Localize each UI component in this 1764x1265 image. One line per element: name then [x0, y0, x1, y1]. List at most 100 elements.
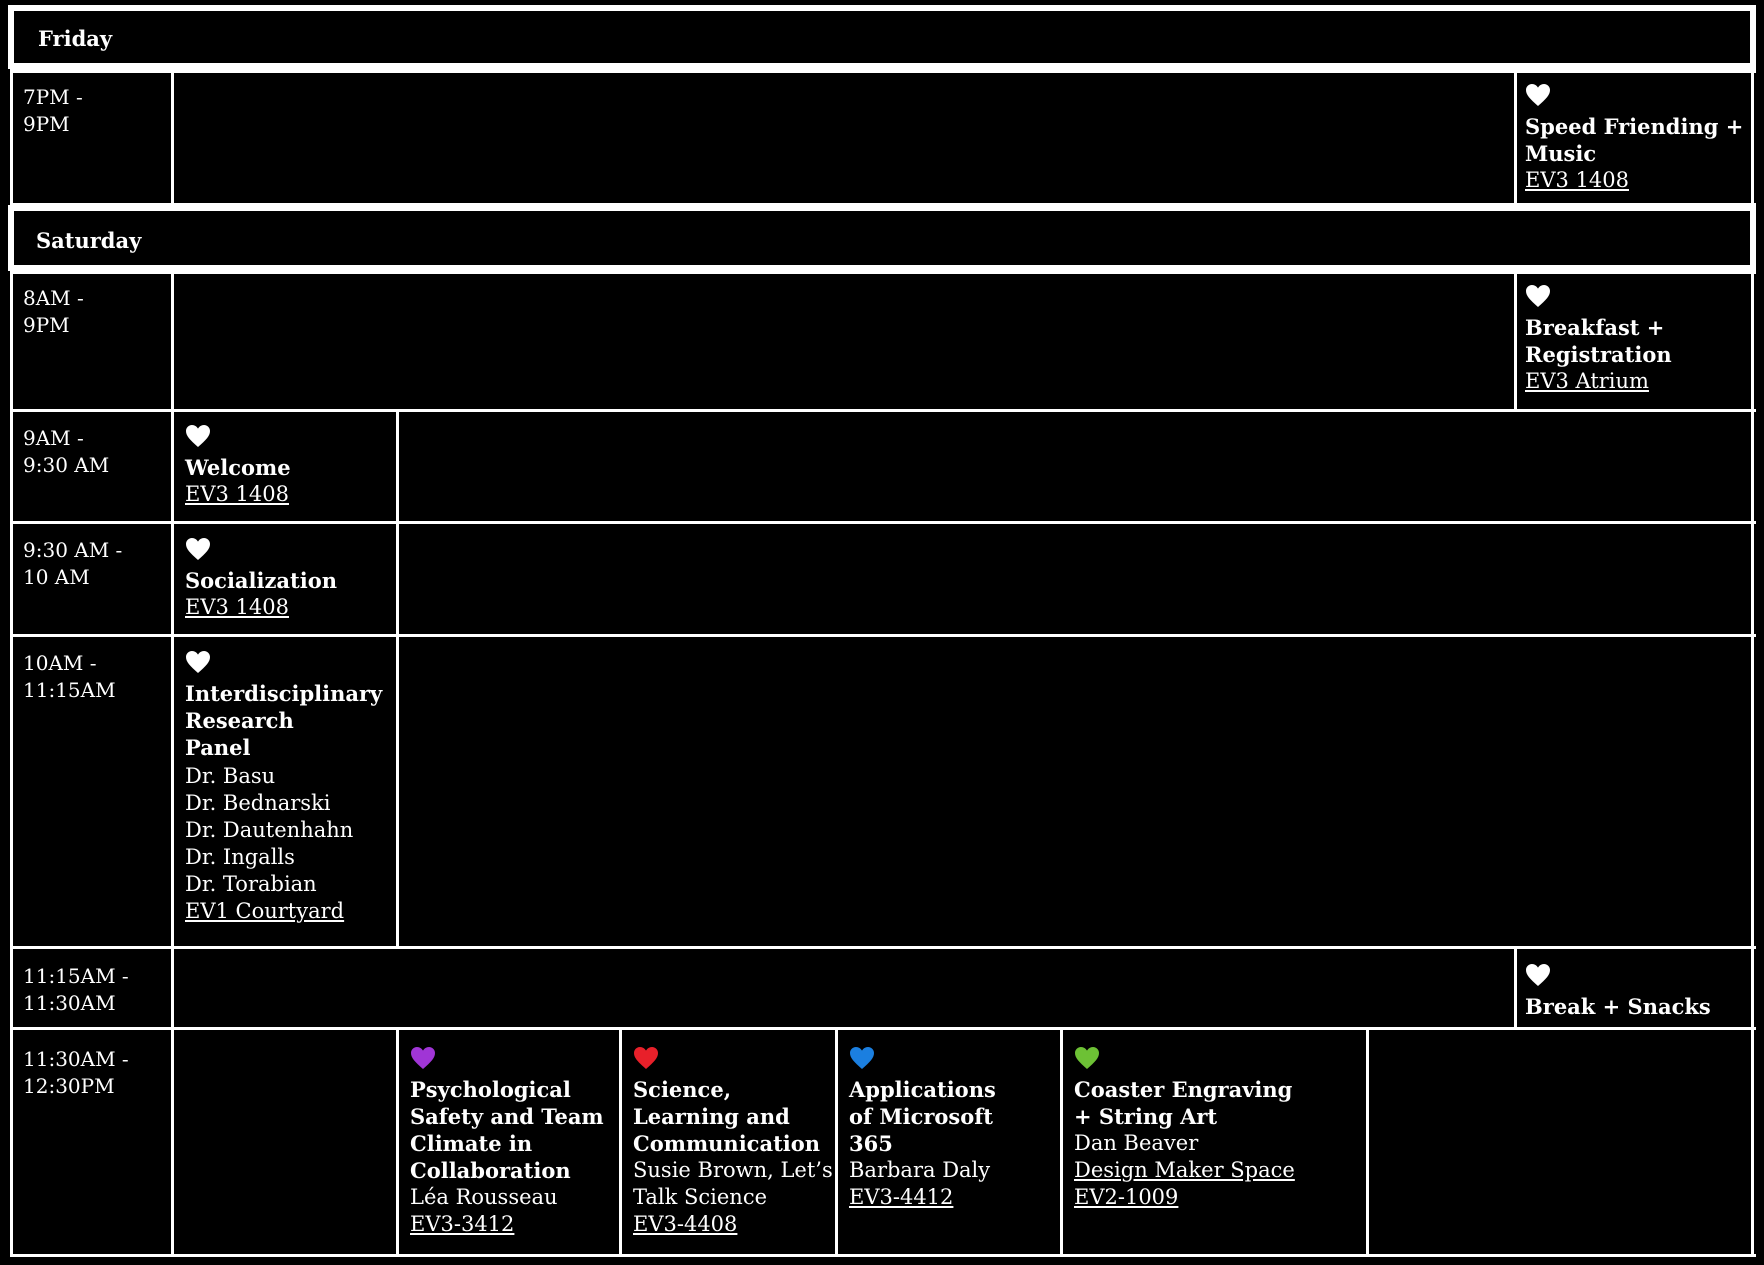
grid-line — [10, 203, 1756, 207]
time-slot: 9:30 AM - 10 AM — [23, 537, 122, 591]
time-start: 11:30AM - — [23, 1047, 129, 1071]
location-link[interactable]: EV3-4412 — [849, 1184, 1054, 1211]
grid-line — [619, 1027, 622, 1257]
grid-line — [1514, 946, 1517, 1030]
time-slot: 10AM - 11:15AM — [23, 650, 116, 704]
time-end: 10 AM — [23, 565, 90, 589]
panelist: Dr. Torabian — [185, 872, 317, 896]
schedule-table: Friday Saturday 7PM - 9PM Speed Friendin… — [0, 0, 1764, 1265]
white-heart-icon — [1526, 84, 1550, 106]
event-title: Panel — [185, 735, 251, 760]
event-psych-safety: Psychological Safety and Team Climate in… — [410, 1046, 615, 1238]
presenter: Léa Rousseau — [410, 1185, 558, 1209]
event-science-communication: Science, Learning and Communication Susi… — [633, 1046, 833, 1238]
presenter: Dan Beaver — [1074, 1131, 1199, 1155]
time-end: 11:15AM — [23, 678, 116, 702]
location-link[interactable]: EV3 Atrium — [1525, 368, 1750, 395]
time-start: 8AM - — [23, 286, 84, 310]
location-link[interactable]: EV3-3412 — [410, 1211, 615, 1238]
event-title: Safety and Team — [410, 1104, 604, 1129]
event-title: of Microsoft — [849, 1104, 993, 1129]
panelist: Dr. Bednarski — [185, 791, 331, 815]
white-heart-icon — [186, 651, 210, 673]
event-title: Applications — [849, 1077, 996, 1102]
event-research-panel: Interdisciplinary Research Panel Dr. Bas… — [185, 650, 390, 925]
event-socialization: Socialization EV3 1408 — [185, 537, 390, 621]
grid-line — [1366, 1027, 1369, 1257]
event-title: Psychological — [410, 1077, 571, 1102]
time-end: 9PM — [23, 112, 70, 136]
location-link[interactable]: EV3 1408 — [185, 481, 390, 508]
time-slot: 11:30AM - 12:30PM — [23, 1046, 129, 1100]
event-title: Science, — [633, 1077, 732, 1102]
location-link[interactable]: EV3-4408 — [633, 1211, 833, 1238]
event-title: Communication — [633, 1131, 821, 1156]
grid-line — [835, 1027, 838, 1257]
white-heart-icon — [186, 425, 210, 447]
event-title: 365 — [849, 1131, 893, 1156]
white-heart-icon — [1526, 964, 1550, 986]
event-title: Socialization — [185, 568, 337, 593]
location-link[interactable]: Design Maker Space — [1074, 1157, 1364, 1184]
time-end: 9PM — [23, 313, 70, 337]
green-heart-icon — [1075, 1047, 1099, 1069]
event-title: Research — [185, 708, 294, 733]
event-break: Break + Snacks — [1525, 963, 1750, 1020]
time-slot: 11:15AM - 11:30AM — [23, 963, 129, 1017]
white-heart-icon — [186, 538, 210, 560]
event-title: Music — [1525, 141, 1597, 166]
location-link[interactable]: EV3 1408 — [185, 594, 390, 621]
grid-line — [10, 521, 1756, 524]
event-breakfast: Breakfast + Registration EV3 Atrium — [1525, 284, 1750, 395]
red-heart-icon — [634, 1047, 658, 1069]
event-title: Climate in — [410, 1131, 533, 1156]
event-speed-friending: Speed Friending + Music EV3 1408 — [1525, 83, 1750, 194]
grid-line — [10, 1027, 1756, 1030]
grid-line — [10, 1254, 1756, 1257]
event-title: Learning and — [633, 1104, 790, 1129]
event-title: + String Art — [1074, 1104, 1218, 1129]
panelist: Dr. Dautenhahn — [185, 818, 354, 842]
time-start: 9AM - — [23, 426, 84, 450]
grid-line — [10, 69, 1756, 73]
panelist: Dr. Ingalls — [185, 845, 295, 869]
grid-line — [171, 271, 174, 1257]
event-title: Interdisciplinary — [185, 681, 383, 706]
grid-line — [1060, 1027, 1063, 1257]
day-label: Friday — [38, 26, 113, 51]
time-start: 10AM - — [23, 651, 97, 675]
grid-line — [1751, 271, 1754, 1257]
time-start: 7PM - — [23, 85, 83, 109]
event-title: Collaboration — [410, 1158, 571, 1183]
white-heart-icon — [1526, 285, 1550, 307]
time-slot: 9AM - 9:30 AM — [23, 425, 109, 479]
time-end: 9:30 AM — [23, 453, 110, 477]
grid-line — [1514, 69, 1517, 207]
event-title: Speed Friending + — [1525, 114, 1744, 139]
grid-line — [10, 946, 1756, 949]
event-coaster-engraving: Coaster Engraving + String Art Dan Beave… — [1074, 1046, 1364, 1211]
location-link[interactable]: EV2-1009 — [1074, 1184, 1364, 1211]
day-header-saturday — [8, 205, 1756, 271]
event-title: Welcome — [185, 455, 291, 480]
event-welcome: Welcome EV3 1408 — [185, 424, 390, 508]
grid-line — [10, 271, 1756, 274]
grid-line — [171, 69, 174, 207]
event-title: Registration — [1525, 342, 1672, 367]
location-link[interactable]: EV3 1408 — [1525, 167, 1750, 194]
grid-line — [10, 634, 1756, 637]
grid-line — [1751, 69, 1754, 207]
time-end: 11:30AM — [23, 991, 116, 1015]
day-label: Saturday — [36, 228, 142, 253]
location-link[interactable]: EV1 Courtyard — [185, 898, 390, 925]
time-slot: 8AM - 9PM — [23, 285, 84, 339]
day-header-friday — [8, 5, 1756, 69]
event-title: Breakfast + — [1525, 315, 1665, 340]
panelist: Dr. Basu — [185, 764, 276, 788]
time-slot: 7PM - 9PM — [23, 84, 83, 138]
event-title: Coaster Engraving — [1074, 1077, 1293, 1102]
presenter: Susie Brown, Let’s — [633, 1158, 833, 1182]
blue-heart-icon — [850, 1047, 874, 1069]
grid-line — [10, 69, 13, 207]
time-start: 9:30 AM - — [23, 538, 123, 562]
